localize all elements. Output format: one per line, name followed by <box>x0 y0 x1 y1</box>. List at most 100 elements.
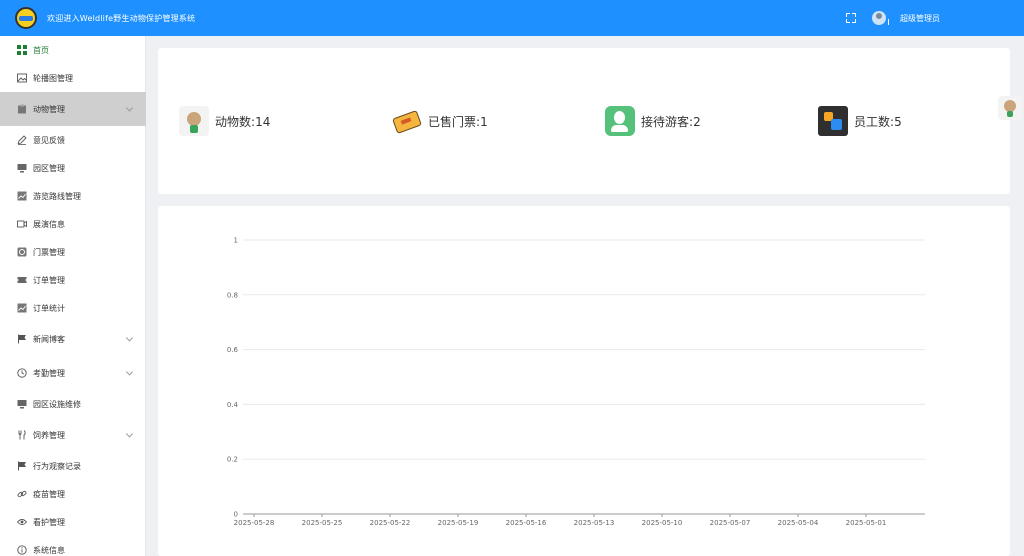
sidebar-item-feedback[interactable]: 意见反馈 <box>0 126 146 154</box>
sidebar-item-feeding[interactable]: 饲养管理 <box>0 418 146 452</box>
sidebar-item-news[interactable]: 新闻博客 <box>0 322 146 356</box>
sidebar-item-park[interactable]: 园区管理 <box>0 154 146 182</box>
sidebar-item-attendance[interactable]: 考勤管理 <box>0 356 146 390</box>
top-header: 欢迎进入Weldlife野生动物保护管理系统 超级管理员 <box>0 0 1024 36</box>
header-actions: 超级管理员 <box>846 11 940 25</box>
stat-label: 动物数 <box>215 114 252 129</box>
sidebar-item-label: 新闻博客 <box>33 334 65 344</box>
avatar[interactable] <box>872 11 889 25</box>
sidebar-item-label: 意见反馈 <box>33 135 65 145</box>
video-icon <box>16 218 28 230</box>
eye-icon <box>16 516 28 528</box>
fullscreen-icon[interactable] <box>846 13 856 23</box>
clipboard-icon <box>16 103 28 115</box>
sidebar-item-vaccine[interactable]: 疫苗管理 <box>0 480 146 508</box>
line-chart-icon <box>16 190 28 202</box>
chart-card: 0 0.2 0.4 0.6 0.8 1 2025-05-28 2025-05-25 2025-… <box>158 206 1010 556</box>
y-tick-label: 0.6 <box>227 346 239 354</box>
stat-label: 已售门票 <box>428 114 477 129</box>
stat-label: 员工数 <box>854 114 891 129</box>
y-tick-label: 0.2 <box>227 456 238 464</box>
sidebar-item-label: 订单统计 <box>33 303 65 313</box>
pencil-icon <box>16 134 28 146</box>
stat-animals: 动物数:14 <box>179 106 270 136</box>
x-tick-label: 2025-05-07 <box>710 519 751 527</box>
sidebar-item-order-stats[interactable]: 订单统计 <box>0 294 146 322</box>
sidebar-item-label: 动物管理 <box>33 104 65 114</box>
sidebar-item-orders[interactable]: 订单管理 <box>0 266 146 294</box>
visitor-icon <box>605 106 635 136</box>
monitor-icon <box>16 162 28 174</box>
y-tick-label: 0 <box>234 511 238 519</box>
x-tick-label: 2025-05-01 <box>846 519 887 527</box>
stats-card: 动物数:14 已售门票:1 接待游客:2 员工数:5 <box>158 48 1010 194</box>
staff-icon <box>818 106 848 136</box>
sidebar-item-label: 行为观察记录 <box>33 461 81 471</box>
animal-icon <box>179 106 209 136</box>
ticket-icon <box>16 274 28 286</box>
floating-pet-widget[interactable] <box>998 96 1022 120</box>
sidebar-item-label: 看护管理 <box>33 517 65 527</box>
copyright-icon <box>16 246 28 258</box>
stat-value: 14 <box>255 114 271 129</box>
sidebar-item-label: 考勤管理 <box>33 368 65 378</box>
chevron-down-icon <box>125 334 134 342</box>
clock-icon <box>16 367 28 379</box>
sidebar-item-behavior[interactable]: 行为观察记录 <box>0 452 146 480</box>
sidebar-item-home[interactable]: 首页 <box>0 36 146 64</box>
sidebar-item-label: 门票管理 <box>33 247 65 257</box>
sidebar-item-facility-repair[interactable]: 园区设施维修 <box>0 390 146 418</box>
stat-value: 5 <box>894 114 902 129</box>
sidebar-item-carousel[interactable]: 轮播图管理 <box>0 64 146 92</box>
stat-value: 2 <box>693 114 701 129</box>
image-icon <box>16 72 28 84</box>
x-tick-label: 2025-05-10 <box>642 519 683 527</box>
sidebar-item-animals[interactable]: 动物管理 <box>0 92 146 126</box>
x-tick-label: 2025-05-25 <box>302 519 343 527</box>
sidebar-item-label: 订单管理 <box>33 275 65 285</box>
monitor-icon <box>16 398 28 410</box>
sidebar-item-label: 首页 <box>33 45 49 55</box>
flag-icon <box>16 460 28 472</box>
sidebar-item-label: 园区管理 <box>33 163 65 173</box>
logo-icon <box>15 7 37 29</box>
ticket-stack-icon <box>392 106 422 136</box>
stat-tickets-sold: 已售门票:1 <box>392 106 488 136</box>
x-tick-label: 2025-05-04 <box>778 519 819 527</box>
sidebar-item-routes[interactable]: 游览路线管理 <box>0 182 146 210</box>
line-chart: 0 0.2 0.4 0.6 0.8 1 2025-05-28 2025-05-25 2025-… <box>227 237 925 527</box>
flag-icon <box>16 333 28 345</box>
stat-label: 接待游客 <box>641 114 690 129</box>
sidebar-item-label: 轮播图管理 <box>33 73 73 83</box>
info-icon <box>16 544 28 556</box>
line-chart-icon <box>16 302 28 314</box>
x-tick-label: 2025-05-19 <box>438 519 479 527</box>
username-label[interactable]: 超级管理员 <box>900 13 940 24</box>
stat-visitors: 接待游客:2 <box>605 106 701 136</box>
dashboard-icon <box>16 44 28 56</box>
chevron-down-icon <box>125 368 134 376</box>
sidebar-item-shows[interactable]: 展演信息 <box>0 210 146 238</box>
y-tick-label: 0.8 <box>227 291 238 299</box>
x-tick-label: 2025-05-13 <box>574 519 615 527</box>
sidebar: 首页 轮播图管理 动物管理 意见反馈 园区管理 游览路线管理 展演信息 门票管理… <box>0 36 146 556</box>
x-tick-label: 2025-05-22 <box>370 519 411 527</box>
sidebar-item-label: 展演信息 <box>33 219 65 229</box>
fork-knife-icon <box>16 429 28 441</box>
y-tick-label: 0.4 <box>227 401 239 409</box>
sidebar-item-label: 游览路线管理 <box>33 191 81 201</box>
sidebar-item-label: 园区设施维修 <box>33 399 81 409</box>
sidebar-item-label: 疫苗管理 <box>33 489 65 499</box>
chevron-down-icon <box>125 430 134 438</box>
sidebar-item-care[interactable]: 看护管理 <box>0 508 146 536</box>
x-tick-label: 2025-05-16 <box>506 519 547 527</box>
stat-staff: 员工数:5 <box>818 106 902 136</box>
y-tick-label: 1 <box>234 237 238 245</box>
sidebar-item-tickets[interactable]: 门票管理 <box>0 238 146 266</box>
chevron-down-icon <box>125 104 134 112</box>
x-tick-label: 2025-05-28 <box>234 519 275 527</box>
sidebar-item-label: 饲养管理 <box>33 430 65 440</box>
stat-value: 1 <box>480 114 488 129</box>
sidebar-item-label: 系统信息 <box>33 545 65 555</box>
sidebar-item-system-info[interactable]: 系统信息 <box>0 536 146 556</box>
